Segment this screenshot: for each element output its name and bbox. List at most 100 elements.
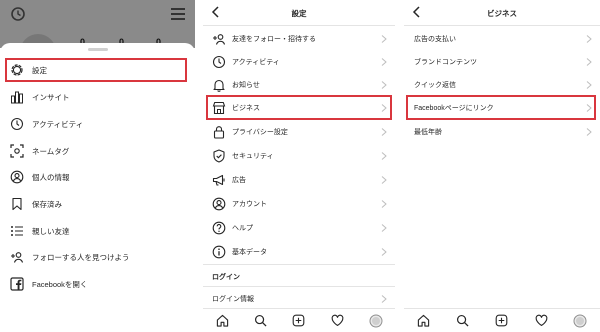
- settings-item-notifications[interactable]: お知らせ: [203, 73, 395, 97]
- settings-item-label: お知らせ: [232, 82, 260, 89]
- business-item-label: 広告の支払い: [414, 36, 456, 43]
- bookmark-icon: [10, 197, 24, 211]
- chevron-right-icon: [586, 128, 592, 136]
- megaphone-icon: [212, 173, 226, 187]
- hamburger-menu-icon[interactable]: [171, 8, 185, 20]
- chevron-right-icon: [381, 152, 387, 160]
- chevron-right-icon: [381, 35, 387, 43]
- info-icon: [212, 245, 226, 259]
- settings-item-label: ログイン情報: [212, 296, 254, 303]
- heart-icon[interactable]: [534, 314, 548, 328]
- home-icon[interactable]: [417, 314, 431, 328]
- menu-item-label: Facebookを開く: [32, 279, 88, 289]
- bell-icon: [212, 78, 226, 92]
- settings-item-ads[interactable]: 広告: [203, 168, 395, 192]
- menu-item-label: ネームタグ: [32, 146, 70, 156]
- chevron-right-icon: [381, 176, 387, 184]
- business-item-label: 最低年齢: [414, 129, 442, 136]
- menu-item-label: アクティビティ: [32, 119, 84, 129]
- menu-item-label: 親しい友達: [32, 226, 70, 236]
- business-item-branded-content[interactable]: ブランドコンテンツ: [404, 50, 600, 74]
- chevron-right-icon: [381, 128, 387, 136]
- activity-clock-icon: [10, 117, 24, 131]
- home-icon[interactable]: [215, 314, 229, 328]
- add-person-icon: [10, 250, 24, 264]
- menu-item-activity[interactable]: アクティビティ: [6, 112, 186, 136]
- sheet-drag-handle[interactable]: [88, 48, 108, 51]
- lock-icon: [212, 125, 226, 139]
- settings-item-login-info[interactable]: ログイン情報: [203, 290, 395, 308]
- settings-item-account[interactable]: アカウント: [203, 192, 395, 216]
- page-title: 設定: [291, 9, 307, 18]
- menu-item-nametag[interactable]: ネームタグ: [6, 139, 186, 163]
- chevron-right-icon: [586, 35, 592, 43]
- business-item-ad-payments[interactable]: 広告の支払い: [404, 27, 600, 51]
- settings-item-privacy[interactable]: プライバシー設定: [203, 120, 395, 144]
- menu-item-label: フォローする人を見つけよう: [32, 252, 130, 262]
- chevron-right-icon: [381, 58, 387, 66]
- search-icon[interactable]: [254, 314, 268, 328]
- person-circle-icon: [10, 170, 24, 184]
- menu-item-personal-info[interactable]: 個人の情報: [6, 165, 186, 189]
- settings-item-label: 広告: [232, 177, 246, 184]
- bottom-tab-bar: [203, 308, 395, 332]
- profile-header-dimmed: 0 0 0: [0, 0, 195, 70]
- bottom-tab-bar: [404, 308, 600, 332]
- chevron-right-icon: [381, 224, 387, 232]
- heart-icon[interactable]: [330, 314, 344, 328]
- chevron-right-icon: [586, 81, 592, 89]
- profile-icon[interactable]: [573, 314, 587, 328]
- chevron-right-icon: [381, 81, 387, 89]
- chevron-right-icon: [381, 295, 387, 303]
- menu-item-label: 保存済み: [32, 199, 62, 209]
- highlight-box-settings: [5, 58, 187, 82]
- menu-item-insights[interactable]: インサイト: [6, 85, 186, 109]
- settings-item-activity[interactable]: アクティビティ: [203, 50, 395, 74]
- menu-item-label: インサイト: [32, 92, 70, 102]
- menu-item-discover-people[interactable]: フォローする人を見つけよう: [6, 245, 186, 269]
- new-post-icon[interactable]: [292, 314, 306, 328]
- menu-item-open-facebook[interactable]: Facebookを開く: [6, 272, 186, 296]
- section-divider: [203, 264, 395, 265]
- business-item-label: クイック返信: [414, 82, 456, 89]
- settings-item-help[interactable]: ヘルプ: [203, 216, 395, 240]
- settings-item-label: ヘルプ: [232, 225, 253, 232]
- business-item-quick-replies[interactable]: クイック返信: [404, 73, 600, 97]
- settings-item-label: プライバシー設定: [232, 129, 288, 136]
- settings-item-label: アクティビティ: [232, 59, 280, 66]
- settings-item-label: アカウント: [232, 201, 267, 208]
- profile-icon[interactable]: [369, 314, 383, 328]
- shield-icon: [212, 149, 226, 163]
- new-post-icon[interactable]: [495, 314, 509, 328]
- chevron-right-icon: [586, 58, 592, 66]
- search-icon[interactable]: [456, 314, 470, 328]
- close-friends-list-icon: [10, 224, 24, 238]
- page-title: ビジネス: [487, 9, 517, 18]
- menu-item-label: 個人の情報: [32, 172, 70, 182]
- business-header: ビジネス: [404, 0, 600, 26]
- highlight-box-business: [206, 95, 392, 120]
- settings-item-about[interactable]: 基本データ: [203, 240, 395, 264]
- chevron-right-icon: [381, 248, 387, 256]
- menu-item-close-friends[interactable]: 親しい友達: [6, 219, 186, 243]
- settings-item-label: セキュリティ: [232, 153, 274, 160]
- settings-panel: 設定 友達をフォロー・招待する アクティビティ お知らせ ビジネス プライバシー…: [203, 0, 395, 332]
- archive-history-icon[interactable]: [10, 6, 26, 22]
- section-divider: [203, 286, 395, 287]
- chevron-right-icon: [381, 200, 387, 208]
- menu-item-saved[interactable]: 保存済み: [6, 192, 186, 216]
- settings-item-label: 基本データ: [232, 249, 267, 256]
- business-item-minimum-age[interactable]: 最低年齢: [404, 120, 600, 144]
- settings-item-follow-invite[interactable]: 友達をフォロー・招待する: [203, 27, 395, 51]
- help-icon: [212, 221, 226, 235]
- person-circle-icon: [212, 197, 226, 211]
- business-item-label: ブランドコンテンツ: [414, 59, 477, 66]
- section-header-login: ログイン: [212, 274, 240, 281]
- bar-chart-icon: [10, 90, 24, 104]
- settings-header: 設定: [203, 0, 395, 26]
- settings-item-label: 友達をフォロー・招待する: [232, 36, 316, 43]
- activity-clock-icon: [212, 55, 226, 69]
- add-person-icon: [212, 32, 226, 46]
- settings-item-security[interactable]: セキュリティ: [203, 144, 395, 168]
- facebook-icon: [10, 277, 24, 291]
